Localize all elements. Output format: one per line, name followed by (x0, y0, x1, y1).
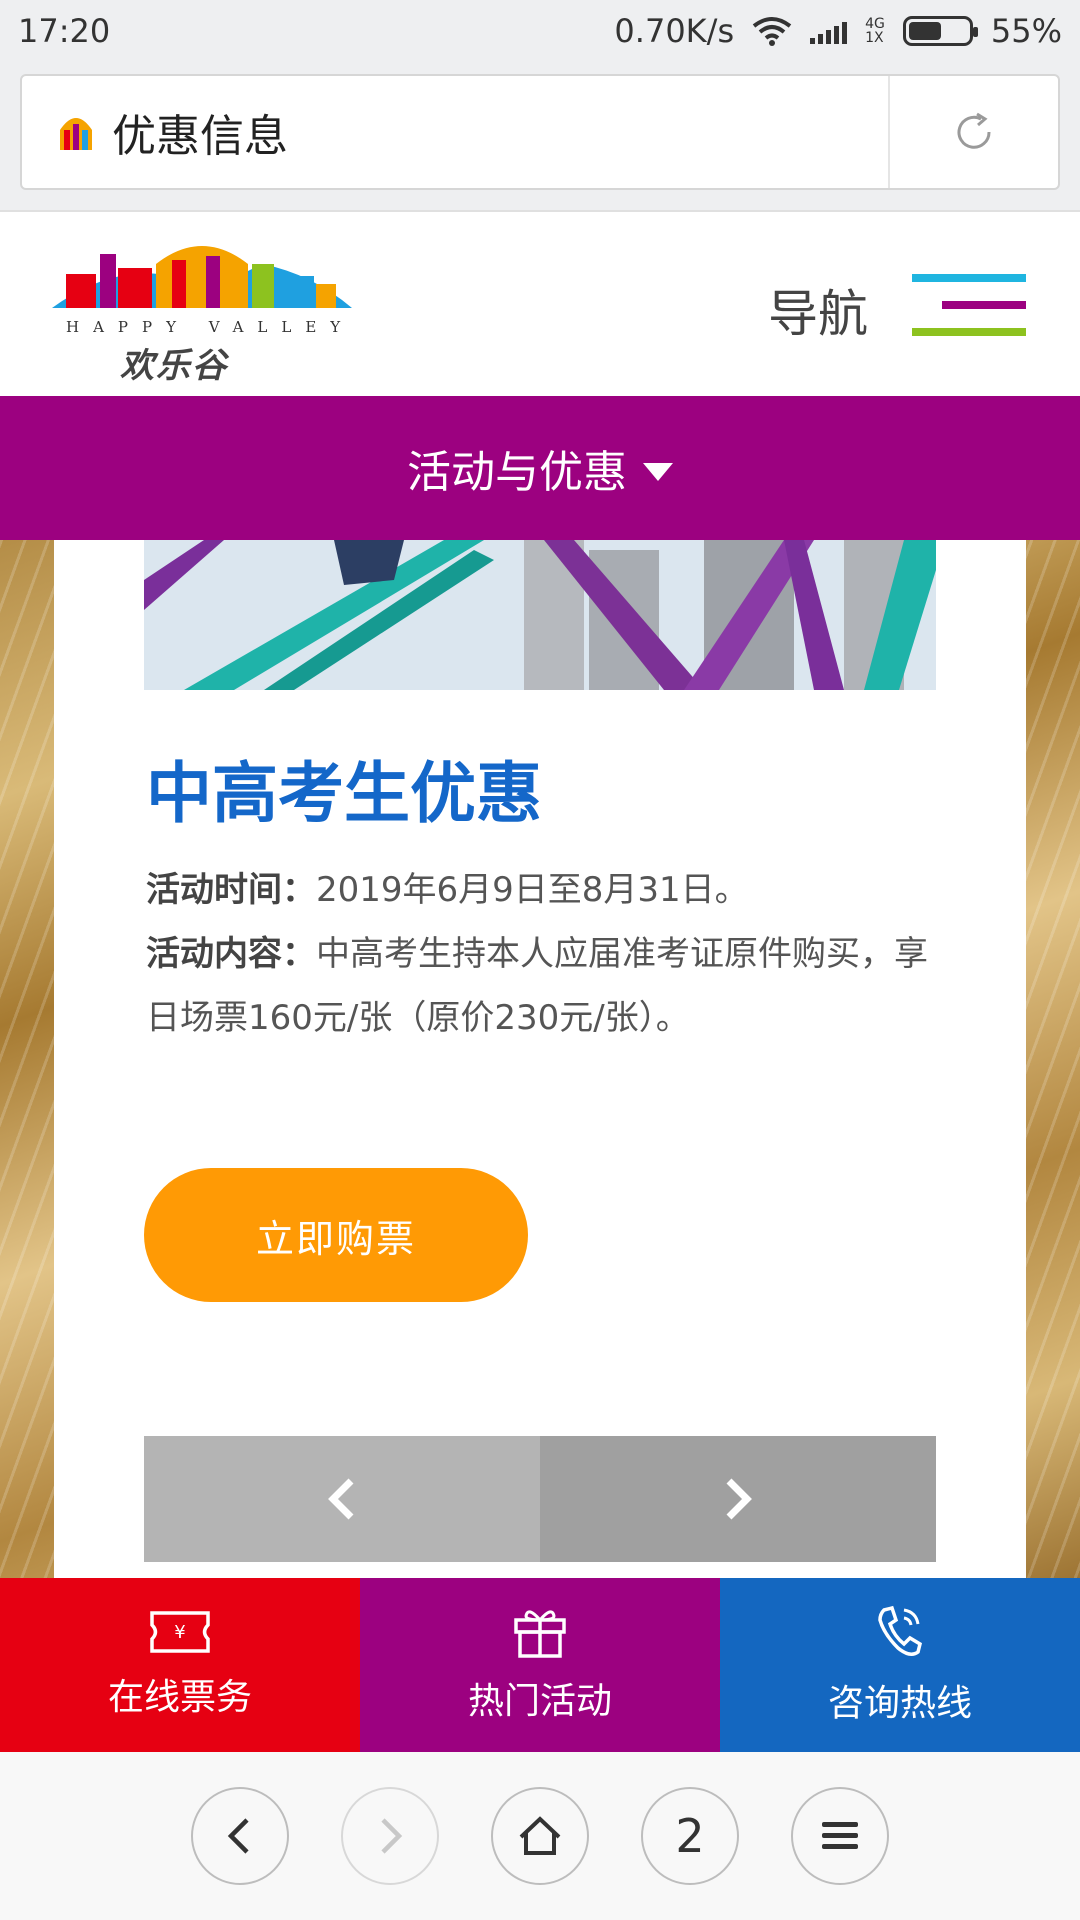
tab-label: 热门活动 (467, 1681, 612, 1722)
site-header: HAPPY VALLEY 欢乐谷 导航 (0, 210, 1080, 396)
home-button[interactable] (491, 1787, 589, 1885)
tab-hot-events[interactable]: 热门活动 (360, 1578, 720, 1752)
browser-nav-bar: 2 (0, 1752, 1080, 1920)
browser-menu-button[interactable] (791, 1787, 889, 1885)
promo-title: 中高考生优惠 (146, 755, 542, 832)
nav-label[interactable]: 导航 (768, 274, 868, 346)
svg-text:¥: ¥ (174, 1622, 185, 1643)
promo-content-label: 活动内容： (146, 934, 316, 974)
address-bar[interactable]: 优惠信息 (20, 74, 1060, 190)
promo-content-line: 活动内容：中高考生持本人应届准考证原件购买，享日场票160元/张（原价230元/… (146, 922, 946, 1050)
category-dropdown[interactable]: 活动与优惠 (0, 396, 1080, 540)
tab-label: 在线票务 (107, 1677, 252, 1718)
ticket-icon: ¥ (150, 1611, 210, 1653)
chevron-left-icon (227, 1818, 249, 1854)
signal-icon (810, 18, 848, 44)
chevron-right-icon (381, 1818, 403, 1854)
caret-down-icon (643, 463, 673, 481)
tab-hotline[interactable]: 咨询热线 (720, 1578, 1080, 1752)
page-title: 优惠信息 (112, 111, 288, 162)
network-type: 4G 1X (865, 16, 885, 46)
logo-graphic (52, 246, 352, 308)
promo-time-label: 活动时间： (146, 870, 316, 910)
carousel-pager (144, 1436, 936, 1562)
tabs-button[interactable]: 2 (641, 1787, 739, 1885)
tab-online-tickets[interactable]: ¥ 在线票务 (0, 1578, 360, 1752)
promo-time-line: 活动时间：2019年6月9日至8月31日。 (146, 858, 946, 922)
wifi-icon (752, 17, 792, 46)
gift-icon (514, 1610, 566, 1658)
battery-icon (902, 16, 978, 46)
forward-button[interactable] (341, 1787, 439, 1885)
site-favicon-icon (60, 118, 92, 150)
bottom-tab-bar: ¥ 在线票务 热门活动 咨询热线 (0, 1578, 1080, 1752)
menu-icon[interactable] (912, 274, 1026, 338)
reload-icon (957, 112, 991, 149)
tab-count: 2 (675, 1809, 705, 1863)
happy-valley-logo[interactable]: HAPPY VALLEY 欢乐谷 (52, 234, 352, 386)
tab-label: 咨询热线 (827, 1683, 972, 1724)
category-label: 活动与优惠 (407, 447, 627, 498)
logo-chinese: 欢乐谷 (120, 346, 228, 386)
previous-button[interactable] (144, 1436, 540, 1562)
chevron-left-icon (328, 1478, 354, 1520)
chevron-right-icon (726, 1478, 752, 1520)
status-time: 17:20 (18, 12, 111, 50)
promo-time-value: 2019年6月9日至8月31日。 (316, 870, 749, 910)
reload-button[interactable] (888, 76, 1058, 188)
battery-percent: 55% (990, 12, 1062, 50)
home-icon (519, 1816, 561, 1855)
phone-icon (878, 1605, 923, 1656)
back-button[interactable] (191, 1787, 289, 1885)
network-speed: 0.70K/s (614, 12, 735, 50)
menu-icon (822, 1822, 858, 1849)
roller-coaster-image (144, 540, 936, 690)
logo-english: HAPPY VALLEY (66, 318, 355, 336)
status-bar: 17:20 0.70K/s 4G 1X 55% (0, 0, 1080, 62)
browser-toolbar: 优惠信息 (0, 62, 1080, 210)
buy-ticket-button[interactable]: 立即购票 (144, 1168, 528, 1302)
promo-card: 中高考生优惠 活动时间：2019年6月9日至8月31日。 活动内容：中高考生持本… (54, 540, 1026, 1578)
next-button[interactable] (540, 1436, 936, 1562)
promo-description: 活动时间：2019年6月9日至8月31日。 活动内容：中高考生持本人应届准考证原… (146, 858, 946, 1050)
status-indicators: 0.70K/s 4G 1X 55% (614, 12, 1062, 50)
